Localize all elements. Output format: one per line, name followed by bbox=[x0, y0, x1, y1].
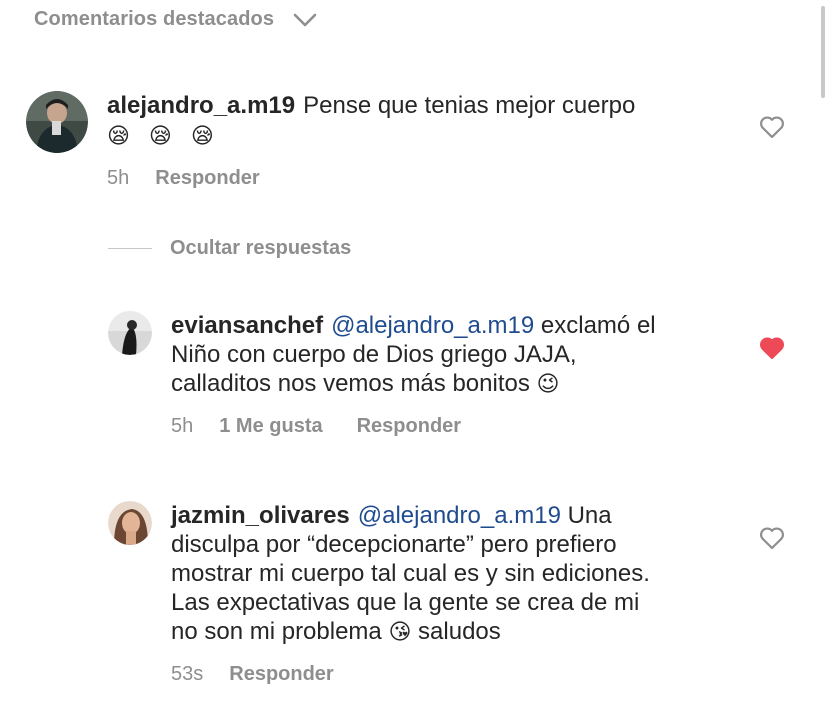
chevron-down-icon bbox=[293, 13, 317, 26]
reply-text: Niño con cuerpo de Dios griego JAJA, bbox=[171, 341, 577, 368]
reply-text: exclamó el bbox=[534, 312, 656, 339]
featured-comments-header[interactable]: Comentarios destacados bbox=[34, 8, 318, 31]
reply-button[interactable]: Responder bbox=[229, 663, 333, 686]
avatar[interactable] bbox=[26, 91, 88, 153]
comment: alejandro_a.m19 Pense que tenias mejor cu… bbox=[26, 91, 635, 190]
reply-button[interactable]: Responder bbox=[357, 415, 461, 438]
reply-text: saludos bbox=[411, 618, 501, 645]
hide-replies-label: Ocultar respuestas bbox=[170, 237, 352, 259]
reply-username[interactable]: eviansanchef bbox=[171, 312, 323, 339]
reply-time: 5h bbox=[171, 415, 194, 437]
reply-text: Las expectativas que la gente se crea de… bbox=[171, 589, 640, 616]
reply-text: Una bbox=[560, 502, 612, 529]
winking-face-emoji: 😉 bbox=[536, 372, 560, 397]
reply-comment: jazmin_olivares @alejandro_a.m19 Una disc… bbox=[108, 501, 650, 686]
avatar[interactable] bbox=[108, 501, 152, 545]
kissing-face-emoji: 😘 bbox=[388, 620, 412, 645]
heart-outline-icon[interactable] bbox=[759, 526, 785, 550]
mention-link[interactable]: @alejandro_a.m19 bbox=[331, 312, 534, 339]
reply-time: 53s bbox=[171, 663, 204, 685]
hide-replies-button[interactable]: Ocultar respuestas bbox=[108, 237, 351, 260]
mention-link[interactable]: @alejandro_a.m19 bbox=[358, 502, 561, 529]
comment-time: 5h bbox=[107, 167, 130, 189]
divider bbox=[108, 248, 152, 249]
heart-filled-icon[interactable] bbox=[759, 336, 785, 360]
comment-emojis: 😪 😪 😪 bbox=[107, 124, 220, 149]
reply-button[interactable]: Responder bbox=[155, 167, 259, 190]
reply-comment: eviansanchef @alejandro_a.m19 exclamó el … bbox=[108, 311, 656, 438]
reply-text: disculpa por “decepcionarte” pero prefie… bbox=[171, 531, 617, 558]
reply-username[interactable]: jazmin_olivares bbox=[171, 502, 350, 529]
comment-text: Pense que tenias mejor cuerpo bbox=[303, 92, 636, 119]
header-title: Comentarios destacados bbox=[34, 8, 275, 30]
scrollbar[interactable] bbox=[821, 6, 825, 98]
reply-text: calladitos nos vemos más bonitos bbox=[171, 370, 530, 397]
reply-text: mostrar mi cuerpo tal cual es y sin edic… bbox=[171, 560, 650, 587]
comment-username[interactable]: alejandro_a.m19 bbox=[107, 92, 295, 119]
avatar[interactable] bbox=[108, 311, 152, 355]
heart-outline-icon[interactable] bbox=[759, 115, 785, 139]
reply-text: no son mi problema bbox=[171, 618, 382, 645]
likes-count[interactable]: 1 Me gusta bbox=[219, 415, 322, 438]
